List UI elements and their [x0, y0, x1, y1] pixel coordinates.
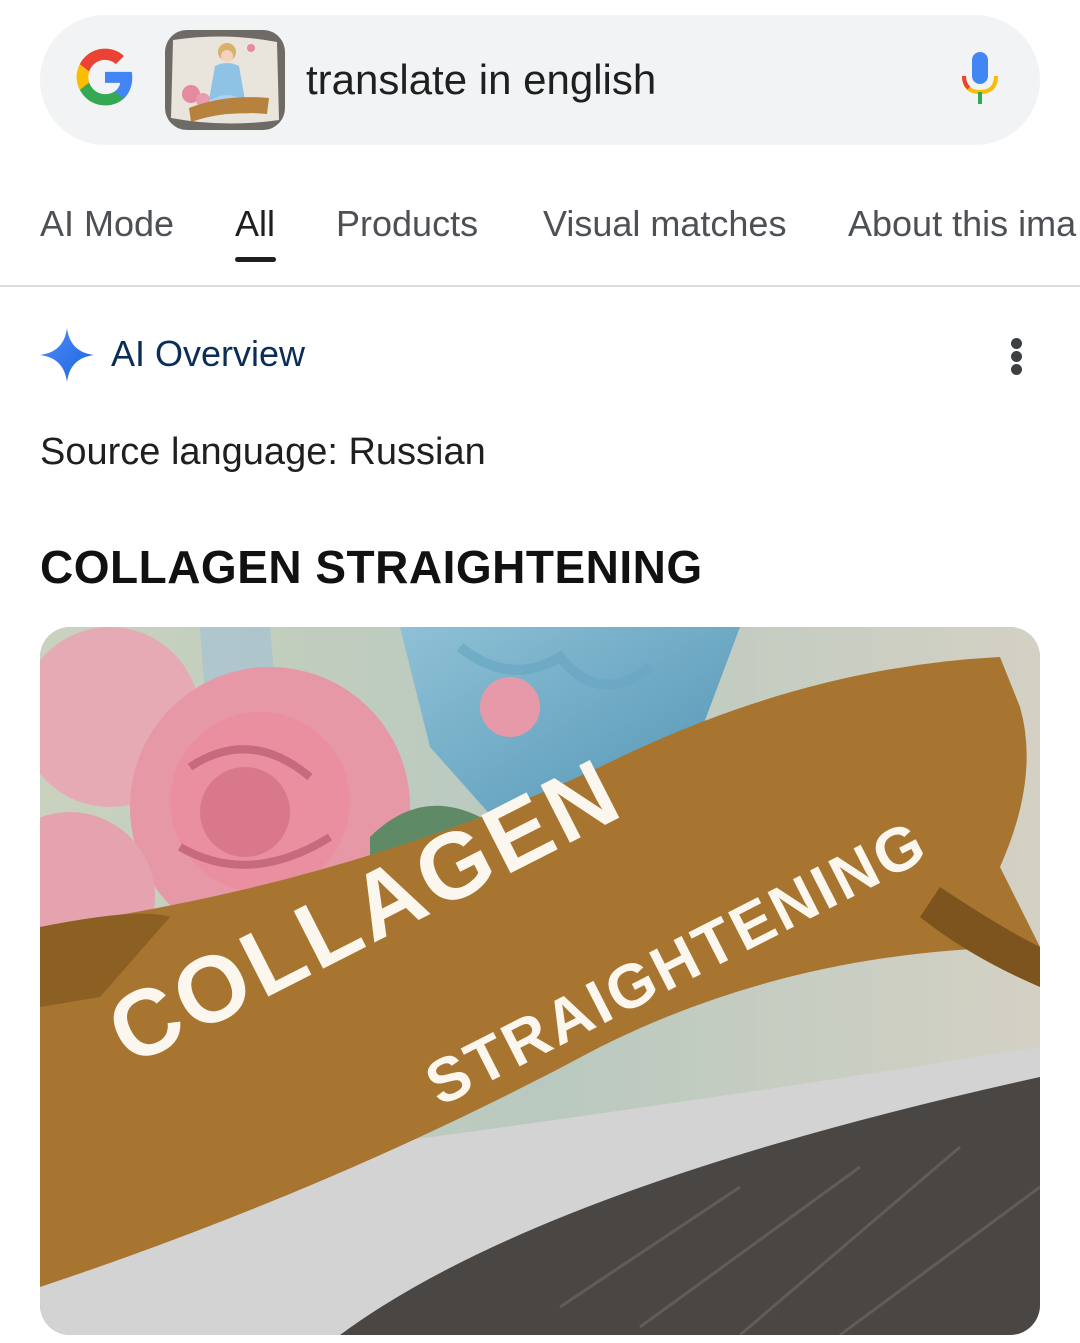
tab-visual-matches[interactable]: Visual matches — [543, 200, 786, 248]
sparkle-icon — [40, 328, 94, 382]
translated-image-art: COLLAGEN STRAIGHTENING — [40, 627, 1040, 1335]
search-tabs: AI Mode All Products Visual matches Abou… — [0, 180, 1080, 286]
tab-products[interactable]: Products — [336, 200, 478, 248]
ai-overview-title: AI Overview — [111, 333, 306, 374]
query-image-thumbnail[interactable] — [165, 30, 285, 130]
microphone-icon[interactable] — [958, 50, 1002, 110]
source-language-text: Source language: Russian — [40, 431, 486, 473]
more-vert-icon[interactable] — [1004, 336, 1030, 376]
tab-ai-mode[interactable]: AI Mode — [40, 200, 174, 248]
tab-about-this-image[interactable]: About this ima — [848, 200, 1076, 248]
tabs-divider — [0, 285, 1080, 287]
cinderella-sticker-thumbnail — [165, 30, 285, 130]
translation-heading: COLLAGEN STRAIGHTENING — [40, 541, 703, 593]
google-g-icon[interactable] — [74, 46, 136, 108]
translated-image[interactable]: COLLAGEN STRAIGHTENING — [40, 627, 1040, 1335]
active-tab-indicator — [235, 257, 276, 262]
tab-all[interactable]: All — [235, 200, 275, 248]
search-query-text[interactable]: translate in english — [306, 52, 656, 108]
